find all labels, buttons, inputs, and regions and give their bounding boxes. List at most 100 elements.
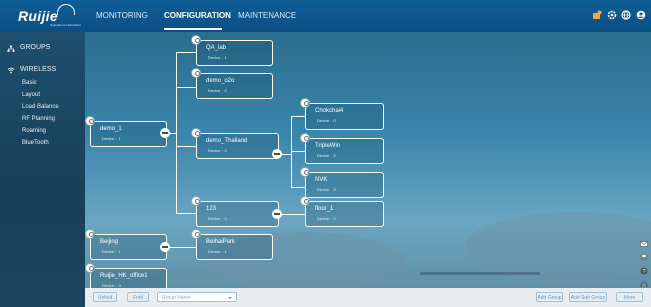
group-node-qa-lab[interactable]: QA_lab Device :1	[191, 35, 273, 66]
group-name-select[interactable]: Group Name	[157, 292, 237, 302]
group-node-icon	[85, 263, 95, 273]
chevron-down-icon	[228, 297, 232, 299]
group-node-icon	[85, 116, 95, 126]
sidebar-wireless[interactable]: WIRELESS	[20, 66, 56, 73]
groups-icon	[7, 45, 15, 52]
group-device-count: Device :0	[208, 216, 227, 221]
group-device-count: Device :0	[317, 153, 336, 158]
add-sub-group-button[interactable]: Add Sub Group	[569, 292, 607, 302]
group-node-icon	[191, 128, 201, 138]
group-name-placeholder: Group Name	[162, 295, 191, 301]
collapse-toggle-123[interactable]	[272, 209, 282, 219]
group-name: Chokchai4	[315, 108, 344, 114]
group-node-icon	[191, 196, 201, 206]
group-node-demo-1[interactable]: demo_1 Device :1	[85, 116, 167, 147]
sidebar: GROUPS WIRELESS Basic Layout Load Balanc…	[0, 32, 85, 307]
floating-toolbar: ?	[638, 236, 651, 296]
group-node-triplewin[interactable]: TripleWin Device :0	[300, 133, 384, 164]
logo-tagline: Networks for Education	[50, 23, 82, 27]
ruijie-logo: Ruijie	[18, 8, 58, 24]
group-device-count: Device :1	[102, 249, 121, 254]
group-node-chokchai4[interactable]: Chokchai4 Device :0	[300, 98, 384, 130]
group-device-count: Device :1	[208, 249, 227, 254]
group-device-count: Device :1	[102, 136, 121, 141]
svg-text:?: ?	[643, 269, 646, 275]
group-device-count: Device :1	[208, 55, 227, 60]
topology-canvas[interactable]: QA_lab Device :1 demo_o2o Device :0 demo…	[85, 32, 651, 294]
add-group-button[interactable]: Add Group	[536, 292, 563, 302]
connector	[176, 87, 196, 88]
group-name: Beijing	[100, 239, 119, 245]
nav-active-underline	[164, 28, 222, 30]
collapse-toggle-demo-thailand[interactable]	[272, 149, 282, 159]
group-name: QA_lab	[206, 45, 227, 51]
group-node-demo-o2o[interactable]: demo_o2o Device :0	[191, 68, 273, 99]
group-node-icon	[300, 133, 310, 143]
group-node-icon	[300, 98, 310, 108]
top-bar: Ruijie Networks for Education MONITORING…	[0, 0, 651, 32]
notification-icon[interactable]	[592, 10, 602, 20]
connector	[291, 116, 305, 117]
group-name: demo_o2o	[206, 78, 235, 84]
layers-icon[interactable]	[640, 253, 648, 261]
nav-configuration[interactable]: CONFIGURATION	[164, 11, 231, 20]
group-node-beihaipark[interactable]: BeihaiPark Device :1	[191, 229, 273, 260]
sidebar-item-load-balance[interactable]: Load Balance	[22, 104, 59, 110]
support-icon[interactable]	[640, 280, 648, 288]
group-name: NVK	[315, 177, 328, 183]
group-device-count: Device :0	[208, 148, 227, 153]
group-node-icon	[85, 229, 95, 239]
group-node-icon	[191, 229, 201, 239]
connector	[279, 214, 305, 215]
sidebar-item-basic[interactable]: Basic	[22, 80, 37, 86]
sidebar-groups[interactable]: GROUPS	[20, 44, 50, 51]
fold-button[interactable]: Fold	[127, 292, 149, 302]
group-name: TripleWin	[315, 143, 341, 149]
sidebar-item-rf-planning[interactable]: RF Planning	[22, 116, 55, 122]
unfold-button[interactable]: Unfold	[93, 292, 117, 302]
group-node-nvk[interactable]: NVK Device :0	[300, 167, 384, 198]
group-name: 123	[206, 206, 217, 212]
collapse-toggle-beijing[interactable]	[160, 242, 170, 252]
sidebar-item-bluetooth[interactable]: BlueTooth	[22, 140, 49, 146]
group-node-icon	[300, 167, 310, 177]
group-name: demo_Thailand	[206, 138, 248, 144]
background-jetty	[420, 272, 540, 275]
group-node-123[interactable]: 123 Device :0	[191, 196, 279, 227]
nav-maintenance[interactable]: MAINTENANCE	[238, 11, 296, 20]
logo-arc	[57, 4, 75, 15]
group-node-icon	[300, 196, 310, 206]
user-icon[interactable]	[636, 10, 646, 20]
connector	[291, 187, 305, 188]
wireless-icon	[7, 67, 15, 74]
group-node-icon	[191, 68, 201, 78]
connector	[176, 146, 196, 147]
help-icon[interactable]: ?	[640, 267, 648, 275]
group-node-demo-thailand[interactable]: demo_Thailand Device :0	[191, 128, 279, 159]
connector	[170, 247, 196, 248]
group-device-count: Device :0	[208, 88, 227, 93]
more-button[interactable]: More	[616, 292, 643, 302]
connector	[176, 52, 177, 213]
group-node-icon	[191, 35, 201, 45]
group-name: demo_1	[100, 126, 122, 132]
connector	[176, 52, 196, 53]
connector	[291, 151, 305, 152]
group-name: BeihaiPark	[206, 239, 236, 245]
group-name: Ruijie_HK_office1	[100, 273, 148, 279]
collapse-toggle-demo-1[interactable]	[160, 128, 170, 138]
group-device-count: Device :0	[317, 118, 336, 123]
group-name: floor_1	[315, 206, 334, 212]
nav-monitoring[interactable]: MONITORING	[96, 11, 148, 20]
group-node-beijing[interactable]: Beijing Device :1	[85, 229, 167, 260]
sidebar-item-roaming[interactable]: Roaming	[22, 128, 46, 134]
group-device-count: Device :0	[317, 187, 336, 192]
group-node-floor-1[interactable]: floor_1 Device :0	[300, 196, 384, 227]
gear-icon[interactable]	[607, 10, 617, 20]
mail-icon[interactable]	[640, 240, 648, 248]
sidebar-item-layout[interactable]: Layout	[22, 92, 40, 98]
group-device-count: Device :0	[317, 216, 336, 221]
bottom-toolbar: Unfold Fold Group Name Add Group Add Sub…	[85, 288, 651, 307]
globe-icon[interactable]	[621, 10, 631, 20]
connector	[176, 213, 196, 214]
